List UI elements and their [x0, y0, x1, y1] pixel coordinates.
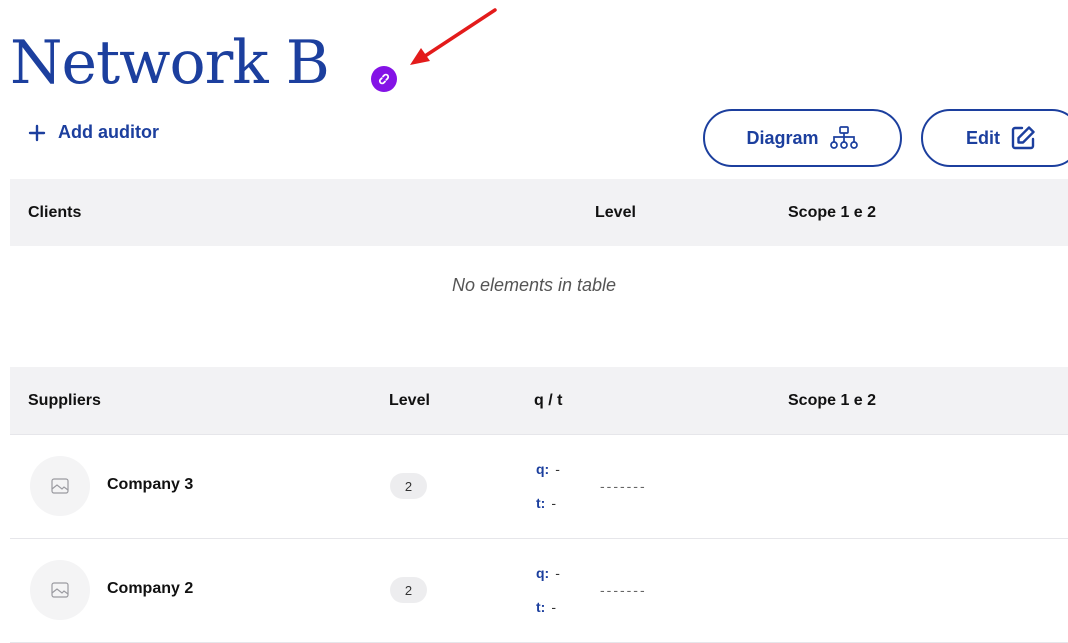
column-header-qt: q / t — [534, 392, 563, 409]
image-placeholder-icon — [30, 560, 90, 620]
table-row[interactable]: Company 2 2 q: - t: - ------- — [10, 538, 1068, 643]
t-value: t: - — [536, 599, 556, 615]
q-label: q: — [536, 565, 550, 581]
add-auditor-label: Add auditor — [58, 122, 159, 142]
t-value-text: - — [551, 599, 556, 615]
add-auditor-button[interactable]: Add auditor — [28, 122, 159, 143]
suppliers-table-header: Suppliers Level q / t Scope 1 e 2 — [10, 367, 1068, 435]
edit-button[interactable]: Edit — [921, 109, 1068, 167]
column-header-scope: Scope 1 e 2 — [788, 204, 877, 221]
t-label: t: — [536, 599, 546, 615]
q-value: q: - — [536, 461, 560, 477]
q-value: q: - — [536, 565, 560, 581]
edit-icon — [1011, 126, 1035, 150]
column-header-level: Level — [595, 204, 636, 221]
level-badge: 2 — [390, 577, 427, 603]
diagram-label: Diagram — [746, 127, 819, 148]
q-value-text: - — [555, 565, 560, 581]
table-row[interactable]: Company 3 2 q: - t: - ------- — [10, 434, 1068, 539]
column-header-level: Level — [389, 392, 430, 409]
image-placeholder-icon — [30, 456, 90, 516]
scope-value: ------- — [600, 478, 647, 494]
plus-icon — [28, 124, 46, 141]
level-badge: 2 — [390, 473, 427, 499]
scope-value: ------- — [600, 582, 647, 598]
q-label: q: — [536, 461, 550, 477]
company-name: Company 2 — [107, 580, 194, 597]
diagram-button[interactable]: Diagram — [703, 109, 902, 167]
edit-label: Edit — [966, 127, 1000, 148]
t-value-text: - — [551, 495, 556, 511]
link-icon[interactable] — [371, 66, 397, 92]
t-label: t: — [536, 495, 546, 511]
annotation-arrow — [410, 8, 497, 65]
company-name: Company 3 — [107, 476, 194, 493]
t-value: t: - — [536, 495, 556, 511]
q-value-text: - — [555, 461, 560, 477]
clients-table-header: Clients Level Scope 1 e 2 — [10, 179, 1068, 246]
page-title: Network B — [10, 28, 330, 98]
column-header-scope: Scope 1 e 2 — [788, 392, 877, 409]
column-header-suppliers: Suppliers — [28, 392, 101, 409]
empty-table-message: No elements in table — [451, 275, 617, 295]
column-header-clients: Clients — [28, 204, 82, 221]
network-diagram-icon — [829, 126, 858, 149]
